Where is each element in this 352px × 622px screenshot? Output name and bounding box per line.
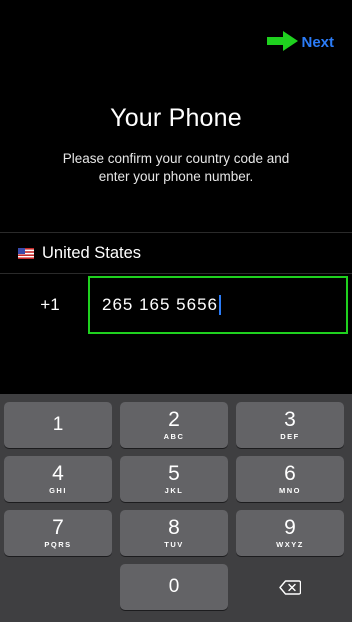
key-9[interactable]: 9 WXYZ [236, 510, 344, 556]
key-digit: 6 [284, 462, 296, 485]
key-digit: 1 [52, 414, 64, 435]
key-3[interactable]: 3 DEF [236, 402, 344, 448]
country-name: United States [42, 243, 142, 262]
key-4[interactable]: 4 GHI [4, 456, 112, 502]
key-5[interactable]: 5 JKL [120, 456, 228, 502]
key-7[interactable]: 7 PQRS [4, 510, 112, 556]
key-letters: DEF [280, 432, 300, 441]
phone-number-field[interactable]: 265 165 5656 [88, 276, 348, 334]
phone-number-value: 265 165 5656 [102, 295, 218, 314]
key-digit: 4 [52, 462, 64, 485]
next-label[interactable]: Next [301, 34, 334, 51]
key-1[interactable]: 1 [4, 402, 112, 448]
key-8[interactable]: 8 TUV [120, 510, 228, 556]
country-selector[interactable]: United States [0, 232, 352, 274]
page-title: Your Phone [110, 104, 242, 132]
arrow-right-icon [267, 31, 299, 51]
key-6[interactable]: 6 MNO [236, 456, 344, 502]
key-2[interactable]: 2 ABC [120, 402, 228, 448]
us-flag-icon [18, 247, 34, 259]
key-digit: 9 [284, 516, 296, 539]
page-subtitle: Please confirm your country code and ent… [62, 151, 290, 184]
key-letters: PQRS [44, 540, 72, 549]
next-button[interactable]: Next [267, 30, 334, 52]
country-code-field[interactable]: +1 [14, 280, 86, 330]
key-letters: ABC [163, 432, 185, 441]
key-letters: GHI [49, 486, 67, 495]
key-digit: 3 [284, 408, 296, 431]
key-digit: 8 [168, 516, 180, 539]
key-letters: WXYZ [276, 540, 304, 549]
key-digit: 5 [168, 462, 180, 485]
key-0[interactable]: 0 [120, 564, 228, 610]
text-cursor [219, 295, 221, 315]
key-digit: 2 [168, 408, 180, 431]
key-letters: TUV [164, 540, 184, 549]
country-code-value: +1 [40, 295, 60, 314]
key-letters: MNO [279, 486, 301, 495]
numeric-keypad: 1 2 ABC 3 DEF 4 GHI 5 JKL 6 MNO 7 PQRS 8… [0, 394, 352, 622]
key-digit: 7 [52, 516, 64, 539]
backspace-icon [279, 579, 301, 595]
key-letters: JKL [164, 486, 184, 495]
key-digit: 0 [168, 576, 180, 597]
delete-key[interactable] [236, 564, 344, 610]
